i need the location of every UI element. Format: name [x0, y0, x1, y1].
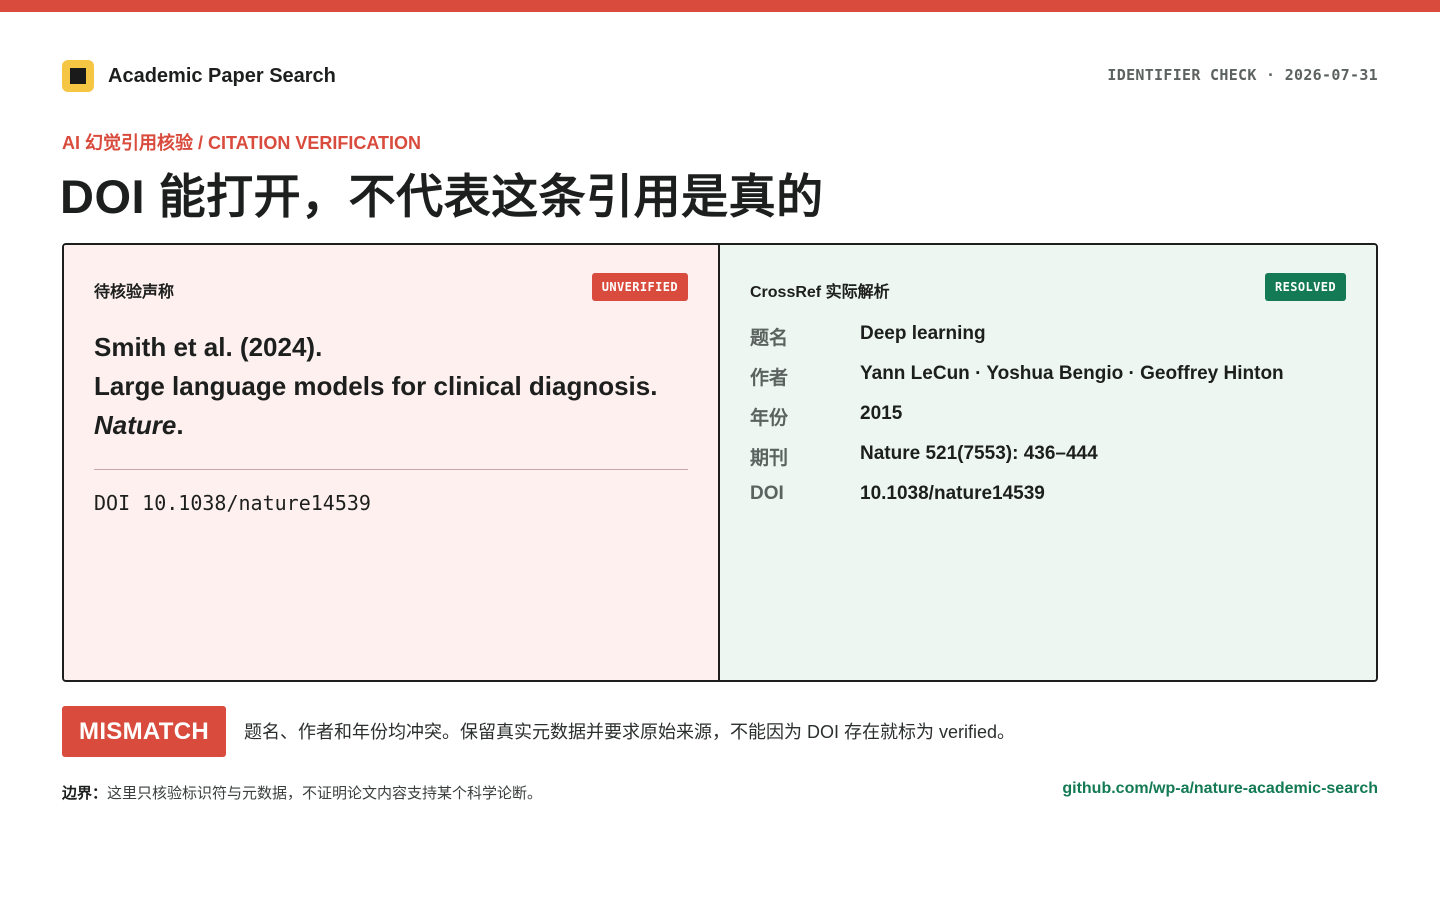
claimed-doi: DOI 10.1038/nature14539	[94, 491, 371, 515]
metadata-row-authors: 作者 Yann LeCun · Yoshua Bengio · Geoffrey…	[750, 363, 1350, 403]
metadata-value: 2015	[860, 403, 903, 424]
metadata-value: Nature 521(7553): 436–444	[860, 443, 1098, 464]
claim-panel: 待核验声称 UNVERIFIED Smith et al. (2024). La…	[64, 245, 720, 680]
app-title: Academic Paper Search	[108, 65, 336, 87]
metadata-value: Yann LeCun · Yoshua Bengio · Geoffrey Hi…	[860, 363, 1284, 384]
crossref-panel: CrossRef 实际解析 RESOLVED 题名 Deep learning …	[720, 245, 1376, 680]
metadata-value: Deep learning	[860, 323, 986, 344]
unverified-badge: UNVERIFIED	[591, 273, 688, 301]
boundary-text: 这里只核验标识符与元数据，不证明论文内容支持某个科学论断。	[107, 785, 543, 802]
metadata-row-title: 题名 Deep learning	[750, 323, 1350, 363]
metadata-row-doi: DOI 10.1038/nature14539	[750, 483, 1350, 523]
crossref-panel-label: CrossRef 实际解析	[750, 284, 890, 301]
citation-journal: Nature	[94, 410, 177, 440]
top-accent-bar	[0, 0, 1440, 12]
claimed-citation: Smith et al. (2024). Large language mode…	[94, 328, 694, 445]
metadata-value: 10.1038/nature14539	[860, 483, 1045, 504]
citation-journal-line: Nature.	[94, 410, 184, 440]
metadata-row-journal: 期刊 Nature 521(7553): 436–444	[750, 443, 1350, 483]
app-header: Academic Paper Search IDENTIFIER CHECK ·…	[62, 60, 1378, 94]
github-repo-link[interactable]: github.com/wp-a/nature-academic-search	[1062, 780, 1378, 798]
citation-line: Smith et al. (2024).	[94, 332, 323, 362]
metadata-key: 期刊	[750, 448, 789, 469]
citation-line: Large language models for clinical diagn…	[94, 371, 658, 401]
identifier-check-date: IDENTIFIER CHECK · 2026-07-31	[1107, 66, 1378, 84]
metadata-key: 年份	[750, 408, 789, 429]
page-title: DOI 能打开，不代表这条引用是真的	[60, 170, 824, 223]
divider	[94, 469, 688, 470]
boundary-note: 边界：这里只核验标识符与元数据，不证明论文内容支持某个科学论断。	[62, 782, 542, 803]
section-kicker: AI 幻觉引用核验 / CITATION VERIFICATION	[62, 133, 421, 153]
crossref-metadata-table: 题名 Deep learning 作者 Yann LeCun · Yoshua …	[750, 323, 1350, 523]
comparison-card: 待核验声称 UNVERIFIED Smith et al. (2024). La…	[62, 243, 1378, 682]
metadata-key: 作者	[750, 368, 789, 389]
metadata-key: 题名	[750, 328, 789, 349]
claim-panel-label: 待核验声称	[94, 284, 175, 301]
mismatch-badge: MISMATCH	[62, 706, 226, 757]
square-logo-icon	[62, 60, 94, 92]
boundary-label: 边界：	[62, 785, 108, 802]
metadata-key: DOI	[750, 483, 784, 504]
metadata-row-year: 年份 2015	[750, 403, 1350, 443]
resolved-badge: RESOLVED	[1265, 273, 1346, 301]
verdict-message: 题名、作者和年份均冲突。保留真实元数据并要求原始来源，不能因为 DOI 存在就标…	[244, 722, 1016, 742]
